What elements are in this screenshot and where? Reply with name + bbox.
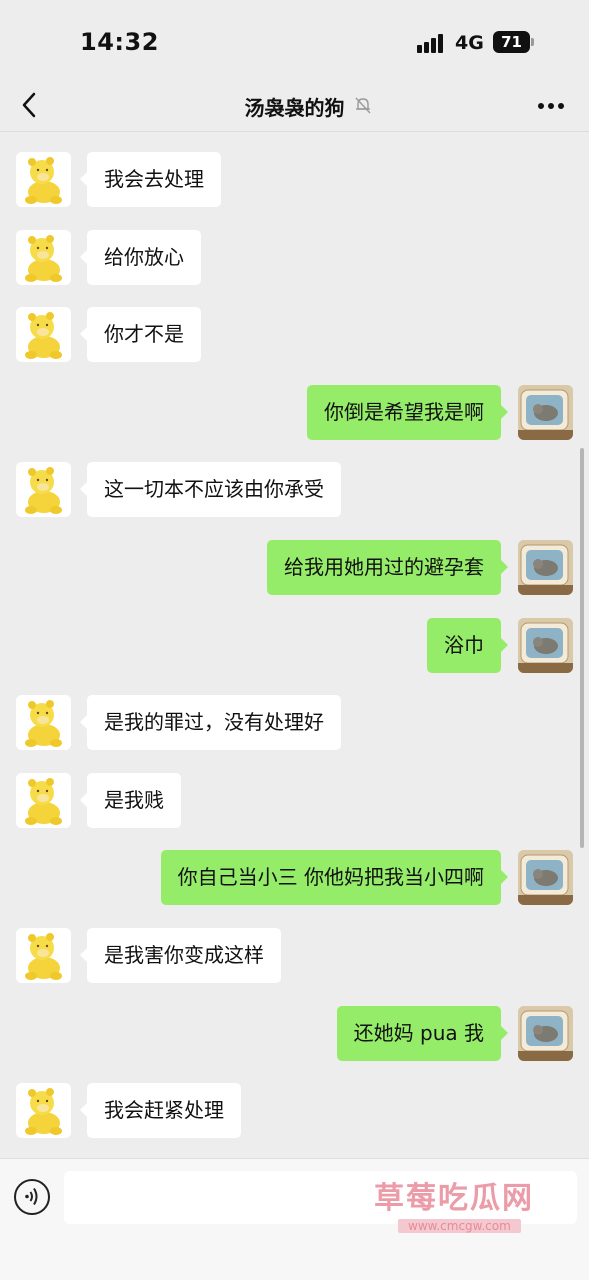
incoming-message: 是我贱 <box>0 773 589 829</box>
battery-tip <box>531 38 534 46</box>
network-type: 4G <box>455 32 484 54</box>
chat-title[interactable]: 汤袅袅的狗 <box>0 92 589 121</box>
signal-icon <box>417 33 447 53</box>
message-bubble[interactable]: 浴巾 <box>427 618 508 673</box>
contact-avatar[interactable] <box>16 695 71 750</box>
message-bubble[interactable]: 你倒是希望我是啊 <box>307 385 508 440</box>
input-bar: 草莓吃瓜网 www.cmcgw.com <box>0 1158 589 1280</box>
message-bubble[interactable]: 是我害你变成这样 <box>80 928 281 983</box>
incoming-message: 这一切本不应该由你承受 <box>0 462 589 518</box>
message-bubble[interactable]: 给你放心 <box>80 230 201 285</box>
message-bubble[interactable]: 给我用她用过的避孕套 <box>267 540 508 595</box>
incoming-message: 给你放心 <box>0 230 589 286</box>
outgoing-message: 你倒是希望我是啊 <box>0 385 589 441</box>
message-bubble[interactable]: 这一切本不应该由你承受 <box>80 462 341 517</box>
scrollbar[interactable] <box>580 448 584 848</box>
contact-avatar[interactable] <box>16 773 71 828</box>
message-bubble[interactable]: 还她妈 pua 我 <box>336 1006 509 1061</box>
incoming-message: 我会去处理 <box>0 152 589 208</box>
watermark-url: www.cmcgw.com <box>398 1219 521 1233</box>
incoming-message: 你才不是 <box>0 307 589 363</box>
contact-avatar[interactable] <box>16 152 71 207</box>
chat-header: 汤袅袅的狗 <box>0 80 589 132</box>
contact-avatar[interactable] <box>16 230 71 285</box>
incoming-message: 我会赶紧处理 <box>0 1083 589 1139</box>
message-bubble[interactable]: 我会赶紧处理 <box>80 1083 241 1138</box>
message-bubble[interactable]: 你自己当小三 你他妈把我当小四啊 <box>160 850 509 905</box>
more-dots-icon[interactable] <box>536 94 566 118</box>
status-bar: 14:32 4G 71 <box>0 0 589 80</box>
status-time: 14:32 <box>80 28 159 56</box>
contact-avatar[interactable] <box>16 1083 71 1138</box>
message-bubble[interactable]: 你才不是 <box>80 307 201 362</box>
my-avatar[interactable] <box>518 1006 573 1061</box>
my-avatar[interactable] <box>518 618 573 673</box>
incoming-message: 是我的罪过，没有处理好 <box>0 695 589 751</box>
my-avatar[interactable] <box>518 385 573 440</box>
bell-muted-icon <box>353 95 373 115</box>
contact-avatar[interactable] <box>16 307 71 362</box>
outgoing-message: 给我用她用过的避孕套 <box>0 540 589 596</box>
outgoing-message: 浴巾 <box>0 618 589 674</box>
message-bubble[interactable]: 我会去处理 <box>80 152 221 207</box>
watermark: 草莓吃瓜网 www.cmcgw.com <box>368 1173 586 1237</box>
contact-avatar[interactable] <box>16 462 71 517</box>
message-bubble[interactable]: 是我贱 <box>80 773 181 828</box>
voice-icon[interactable] <box>14 1179 50 1215</box>
outgoing-message: 还她妈 pua 我 <box>0 1006 589 1062</box>
outgoing-message: 你自己当小三 你他妈把我当小四啊 <box>0 850 589 906</box>
contact-avatar[interactable] <box>16 928 71 983</box>
incoming-message: 是我害你变成这样 <box>0 928 589 984</box>
battery-icon: 71 <box>493 31 530 53</box>
my-avatar[interactable] <box>518 540 573 595</box>
my-avatar[interactable] <box>518 850 573 905</box>
message-bubble[interactable]: 是我的罪过，没有处理好 <box>80 695 341 750</box>
watermark-title: 草莓吃瓜网 <box>374 1181 534 1216</box>
